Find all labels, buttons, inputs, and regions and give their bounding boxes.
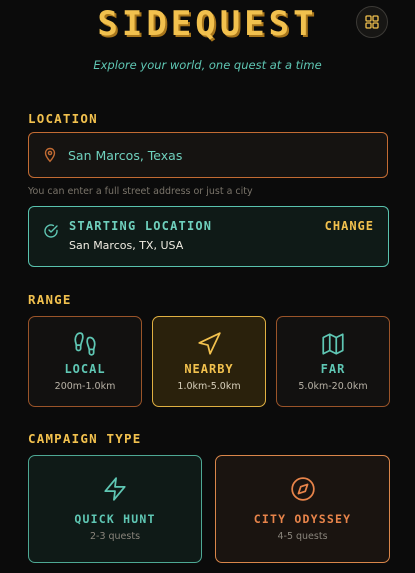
map-icon [322, 333, 344, 355]
map-pin-icon [44, 147, 56, 163]
starting-location-card: STARTING LOCATION San Marcos, TX, USA CH… [28, 206, 389, 267]
campaign-section-label: CAMPAIGN TYPE [28, 431, 142, 446]
grid-menu-button[interactable] [356, 6, 388, 38]
range-option-nearby[interactable]: NEARBY 1.0km-5.0km [152, 316, 266, 407]
location-input[interactable] [68, 147, 368, 163]
tagline: Explore your world, one quest at a time [93, 58, 322, 72]
range-option-distance: 200m-1.0km [54, 381, 116, 392]
location-section-label: LOCATION [28, 111, 98, 126]
starting-location-value: San Marcos, TX, USA [69, 239, 184, 252]
campaign-option-quick-hunt[interactable]: QUICK HUNT 2-3 quests [28, 455, 202, 563]
range-option-label: FAR [320, 362, 346, 376]
range-option-label: LOCAL [64, 362, 106, 376]
footprints-icon [74, 332, 96, 356]
range-option-distance: 5.0km-20.0km [298, 381, 368, 392]
range-option-label: NEARBY [184, 362, 234, 376]
campaign-option-count: 4-5 quests [277, 531, 328, 542]
starting-location-title: STARTING LOCATION [69, 219, 213, 233]
campaign-option-count: 2-3 quests [89, 531, 141, 542]
location-field[interactable] [28, 132, 388, 178]
change-location-button[interactable]: CHANGE [325, 219, 374, 233]
campaign-option-label: QUICK HUNT [74, 512, 156, 526]
location-helper-text: You can enter a full street address or j… [28, 186, 253, 197]
zap-icon [104, 477, 126, 501]
grid-icon [365, 15, 379, 29]
compass-icon [290, 477, 315, 501]
campaign-option-label: CITY ODYSSEY [253, 512, 352, 526]
check-circle-icon [44, 224, 58, 238]
campaign-option-city-odyssey[interactable]: CITY ODYSSEY 4-5 quests [215, 455, 390, 563]
range-option-local[interactable]: LOCAL 200m-1.0km [28, 316, 142, 407]
range-option-distance: 1.0km-5.0km [177, 381, 241, 392]
header: SIDEQUEST Explore your world, one quest … [0, 0, 415, 90]
range-option-far[interactable]: FAR 5.0km-20.0km [276, 316, 390, 407]
app-title: SIDEQUEST [97, 4, 318, 44]
navigation-icon [198, 332, 221, 355]
range-section-label: RANGE [28, 292, 72, 307]
